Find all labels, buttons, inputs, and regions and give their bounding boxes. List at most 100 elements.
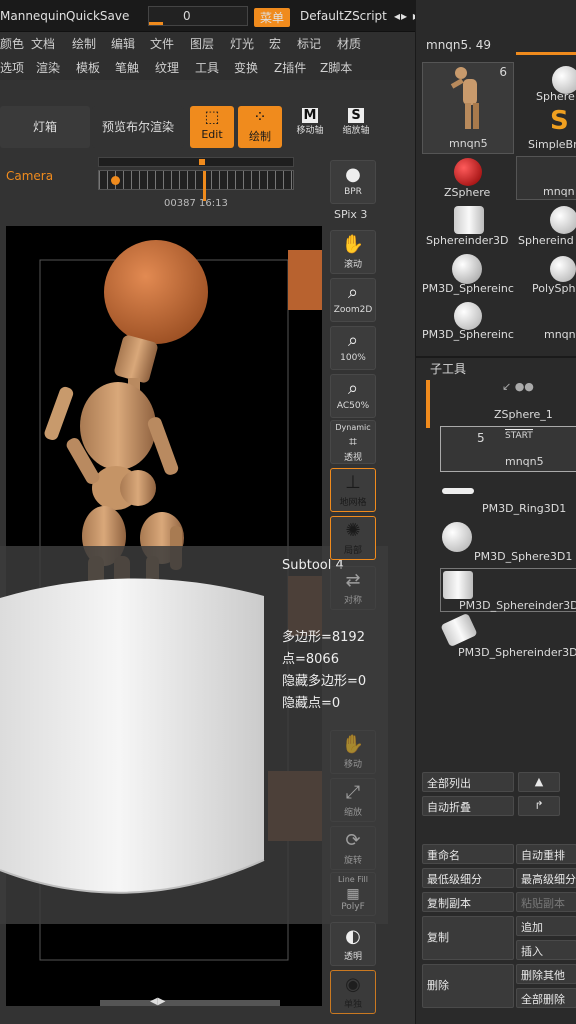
ring-icon: [442, 488, 474, 494]
duplicate-button[interactable]: 复制副本: [422, 892, 514, 912]
menu-tool[interactable]: 工具: [195, 59, 219, 76]
scale-axis-button[interactable]: S 缩放轴: [334, 108, 378, 146]
menu-zscript[interactable]: Z脚本: [320, 59, 352, 76]
menu-render[interactable]: 渲染: [36, 59, 60, 76]
zsphere-icon[interactable]: [454, 158, 482, 186]
edit-button[interactable]: ⬚ Edit: [190, 106, 234, 148]
move-down-button[interactable]: ↱: [518, 796, 560, 816]
paste-button[interactable]: 粘贴副本: [516, 892, 576, 912]
menu-zplugin[interactable]: Z插件: [274, 59, 306, 76]
draw-button[interactable]: ⁘ 绘制: [238, 106, 282, 148]
subtool-zsphere[interactable]: ZSphere_1: [494, 408, 553, 421]
list-all-button[interactable]: 全部列出: [422, 772, 514, 792]
polysphere-icon[interactable]: [550, 256, 576, 282]
floor-grid-button[interactable]: ⊥ 地网格: [330, 468, 376, 512]
ac50-label: AC50%: [336, 401, 370, 411]
menu-marker[interactable]: 标记: [297, 35, 321, 52]
scroll-button[interactable]: ✋ 滚动: [330, 230, 376, 274]
lowest-subdiv-button[interactable]: 最低级细分: [422, 868, 514, 888]
visibility-toggles-1[interactable]: ↙ ●●: [502, 380, 534, 393]
bpr-preview-button[interactable]: 预览布尔渲染: [92, 106, 184, 148]
subtool-palette-title[interactable]: 子工具: [430, 360, 466, 377]
timeline-key[interactable]: [111, 176, 120, 185]
menu-button[interactable]: 菜单: [254, 8, 291, 27]
solo-button[interactable]: ◉ 单独: [330, 970, 376, 1014]
timeline-top-track[interactable]: [98, 157, 294, 167]
move-hand-icon: ✋: [341, 734, 365, 755]
menu-file[interactable]: 文件: [150, 35, 174, 52]
menu-color[interactable]: 颜色: [0, 35, 24, 52]
hidden-point-count: 隐藏点=0: [282, 696, 341, 711]
local-button[interactable]: ✺ 局部: [330, 516, 376, 560]
move-button[interactable]: ✋ 移动: [330, 730, 376, 774]
menu-macro[interactable]: 宏: [269, 35, 281, 52]
menu-layer[interactable]: 图层: [190, 35, 214, 52]
append-button[interactable]: 追加: [516, 916, 576, 936]
menu-document[interactable]: 文档: [31, 35, 55, 52]
zoom100-button[interactable]: ⌕ 100%: [330, 326, 376, 370]
tool-tile-mnqn-2[interactable]: mnqn: [544, 328, 576, 341]
perspective-button[interactable]: Dynamic ⌗ 透视: [330, 420, 376, 464]
move-axis-button[interactable]: M 移动轴: [288, 108, 332, 146]
menu-light[interactable]: 灯光: [230, 35, 254, 52]
delete-other-button[interactable]: 删除其他: [516, 964, 576, 984]
viewport-hscrollbar[interactable]: [100, 1000, 280, 1006]
orange-sphere: [104, 240, 208, 344]
tool-tile-polysphere[interactable]: PolySph: [532, 282, 575, 295]
tool-tile-pm3d-2[interactable]: PM3D_Sphereinc: [422, 328, 514, 341]
quicksave-button[interactable]: QuickSave: [66, 9, 129, 23]
subtool-sphereinder-row[interactable]: PM3D_Sphereinder3D: [440, 568, 576, 612]
zoom2d-button[interactable]: ⌕ Zoom2D: [330, 278, 376, 322]
subtool-sphereinder-2[interactable]: PM3D_Sphereinder3D: [458, 646, 576, 659]
rename-button[interactable]: 重命名: [422, 844, 514, 864]
lightbox-button[interactable]: 灯箱: [0, 106, 90, 148]
auto-reorder-button[interactable]: 自动重排: [516, 844, 576, 864]
auto-collapse-button[interactable]: 自动折叠: [422, 796, 514, 816]
insert-button[interactable]: 插入: [516, 940, 576, 960]
collapse-arrows-icon[interactable]: ◀▶: [150, 996, 165, 1007]
transparency-slider[interactable]: 0: [148, 6, 248, 26]
transparency-button[interactable]: ◐ 透明: [330, 922, 376, 966]
spix-label[interactable]: SPix 3: [334, 208, 367, 221]
rotate-button[interactable]: ⟳ 旋转: [330, 826, 376, 870]
highest-subdiv-button[interactable]: 最高级细分: [516, 868, 576, 888]
timeline-track[interactable]: [98, 170, 294, 201]
menu-stroke[interactable]: 笔触: [115, 59, 139, 76]
sphereind-icon[interactable]: [550, 206, 576, 234]
subtool-ring[interactable]: PM3D_Ring3D1: [482, 502, 566, 515]
symmetry-button[interactable]: ⇄ 对称: [330, 566, 376, 610]
menu-preferences[interactable]: 选项: [0, 59, 24, 76]
delete-all-button[interactable]: 全部删除: [516, 988, 576, 1008]
move-up-button[interactable]: ▲: [518, 772, 560, 792]
pm3d-sphere2-icon[interactable]: [454, 302, 482, 330]
subtool-sphere3d[interactable]: PM3D_Sphere3D1: [474, 550, 572, 563]
timeline-playhead[interactable]: [203, 171, 206, 201]
bpr-button[interactable]: ● BPR: [330, 160, 376, 204]
tool-tile-sphereinder[interactable]: Sphereinder3D: [426, 234, 509, 247]
tool-tile-mnqn-box[interactable]: mnqn: [516, 156, 576, 200]
menu-edit[interactable]: 编辑: [111, 35, 135, 52]
pm3d-sphere-icon[interactable]: [452, 254, 482, 284]
tool-tile-pm3d-1[interactable]: PM3D_Sphereinc: [422, 282, 514, 295]
menu-texture[interactable]: 纹理: [155, 59, 179, 76]
tool-tile-mnqn5[interactable]: 6 mnqn5: [422, 62, 514, 154]
polyframe-button[interactable]: Line Fill ▦ PolyF: [330, 872, 376, 916]
delete-button[interactable]: 删除: [422, 964, 514, 1008]
tool-tile-simplebrush[interactable]: SimpleBr: [528, 138, 576, 151]
grid-icon: ⌗: [349, 434, 357, 450]
menu-material[interactable]: 材质: [337, 35, 361, 52]
ac50-button[interactable]: ⌕ AC50%: [330, 374, 376, 418]
simplebrush-icon[interactable]: S: [550, 106, 569, 136]
tool-tile-zsphere[interactable]: ZSphere: [444, 186, 490, 199]
copy-button[interactable]: 复制: [422, 916, 514, 960]
scale-button[interactable]: ⤢ 缩放: [330, 778, 376, 822]
subtool-scrollbar[interactable]: [426, 380, 430, 428]
menu-stencil[interactable]: 模板: [76, 59, 100, 76]
tool-tile-sphereind[interactable]: Sphereind: [518, 234, 574, 247]
subtool-selected[interactable]: 5 START mnqn5: [440, 426, 576, 472]
tool-tile-sphere[interactable]: Sphere: [536, 90, 575, 103]
menu-draw[interactable]: 绘制: [72, 35, 96, 52]
menu-transform[interactable]: 变换: [234, 59, 258, 76]
cylinder-icon[interactable]: [454, 206, 484, 234]
tool-slider[interactable]: [516, 52, 576, 55]
